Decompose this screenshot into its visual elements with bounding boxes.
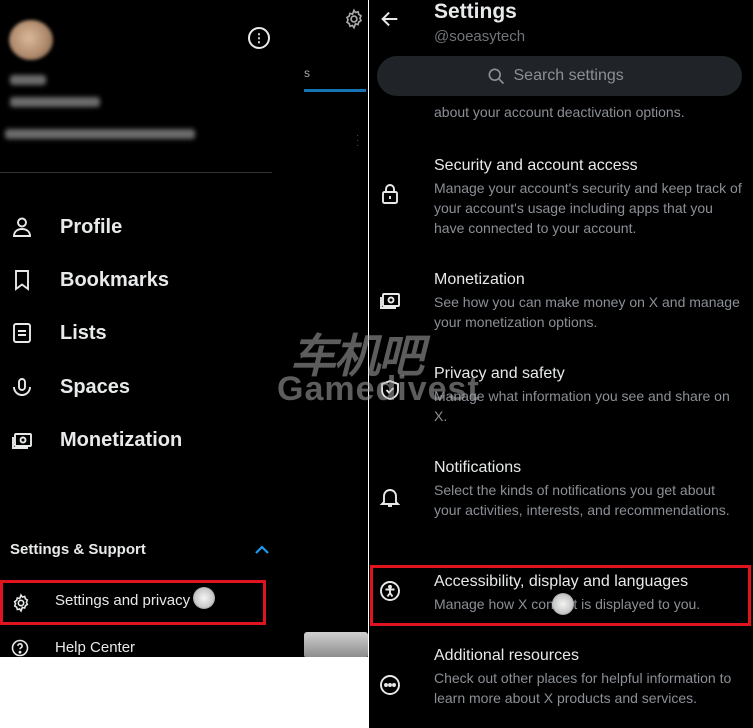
setting-title: Security and account access xyxy=(434,157,638,174)
setting-title: Notifications xyxy=(434,459,522,476)
settings-and-privacy-button[interactable]: Settings and privacy xyxy=(0,580,266,625)
background-tab-peek: s xyxy=(304,66,310,80)
nav-item-monetization[interactable]: Monetization xyxy=(10,420,182,460)
background-thumbnail xyxy=(304,632,368,657)
search-icon xyxy=(488,68,504,85)
setting-title: Privacy and safety xyxy=(434,365,565,382)
shield-icon xyxy=(381,379,399,400)
gear-icon xyxy=(13,593,29,613)
bookmark-icon xyxy=(15,270,29,291)
nav-label: Lists xyxy=(60,321,107,344)
avatar[interactable] xyxy=(9,20,53,60)
chevron-up-icon[interactable] xyxy=(252,541,272,557)
touch-indicator xyxy=(552,593,574,615)
setting-description: Select the kinds of notifications you ge… xyxy=(434,482,730,518)
gear-icon xyxy=(346,8,362,30)
nav-label: Monetization xyxy=(60,428,183,451)
setting-monetization[interactable]: Monetization See how you can make money … xyxy=(369,271,753,335)
settings-page: Settings @soeasytech about your account … xyxy=(369,0,753,728)
blank-area xyxy=(0,657,368,728)
setting-security[interactable]: Security and account access Manage your … xyxy=(369,157,753,241)
help-center-label: Help Center xyxy=(55,639,136,656)
setting-description: Manage your account's security and keep … xyxy=(434,180,742,236)
settings-and-privacy-label: Settings and privacy xyxy=(55,592,191,609)
nav-item-lists[interactable]: Lists xyxy=(10,313,107,353)
setting-description: Check out other places for helpful infor… xyxy=(434,670,732,706)
follow-counts-blurred xyxy=(5,129,195,139)
money-icon xyxy=(12,433,32,449)
more-options-icon[interactable]: ⋮ xyxy=(248,27,270,49)
money-icon xyxy=(380,293,400,309)
truncated-description: about your account deactivation options. xyxy=(434,104,685,120)
back-arrow-icon[interactable] xyxy=(379,8,401,30)
nav-item-profile[interactable]: Profile xyxy=(10,207,122,247)
nav-label: Spaces xyxy=(60,375,131,398)
lock-icon xyxy=(382,184,398,204)
spaces-icon xyxy=(13,378,31,396)
setting-description: Manage how X content is displayed to you… xyxy=(434,596,701,612)
background-tab-indicator xyxy=(304,89,366,92)
setting-title: Additional resources xyxy=(434,647,579,664)
page-title: Settings xyxy=(434,0,517,23)
nav-item-spaces[interactable]: Spaces xyxy=(10,367,130,407)
divider xyxy=(0,172,272,173)
bell-icon xyxy=(379,489,401,507)
search-settings-box[interactable] xyxy=(377,56,742,96)
setting-description: See how you can make money on X and mana… xyxy=(434,294,740,330)
nav-label: Profile xyxy=(60,215,123,238)
setting-notifications[interactable]: Notifications Select the kinds of notifi… xyxy=(369,459,753,543)
setting-title: Monetization xyxy=(434,271,525,288)
setting-privacy-safety[interactable]: Privacy and safety Manage what informati… xyxy=(369,365,753,429)
more-circle-icon xyxy=(380,675,400,695)
nav-label: Bookmarks xyxy=(60,268,169,291)
setting-title: Accessibility, display and languages xyxy=(434,573,689,590)
account-handle: @soeasytech xyxy=(434,28,526,45)
display-name-blurred xyxy=(10,75,46,85)
help-icon xyxy=(11,639,29,657)
search-input[interactable] xyxy=(513,67,634,85)
username-blurred xyxy=(10,97,100,107)
list-icon xyxy=(13,323,31,343)
settings-support-heading[interactable]: Settings & Support xyxy=(10,541,146,558)
side-drawer: ⋮ s · · · Profile Bookmarks Lists Spaces… xyxy=(0,0,368,657)
setting-description: Manage what information you see and shar… xyxy=(434,388,730,424)
background-more-dots: · · · xyxy=(356,130,360,151)
person-icon xyxy=(13,217,31,237)
nav-item-bookmarks[interactable]: Bookmarks xyxy=(10,260,169,300)
touch-indicator xyxy=(193,587,215,609)
accessibility-icon xyxy=(380,581,400,601)
setting-additional-resources[interactable]: Additional resources Check out other pla… xyxy=(369,647,753,728)
